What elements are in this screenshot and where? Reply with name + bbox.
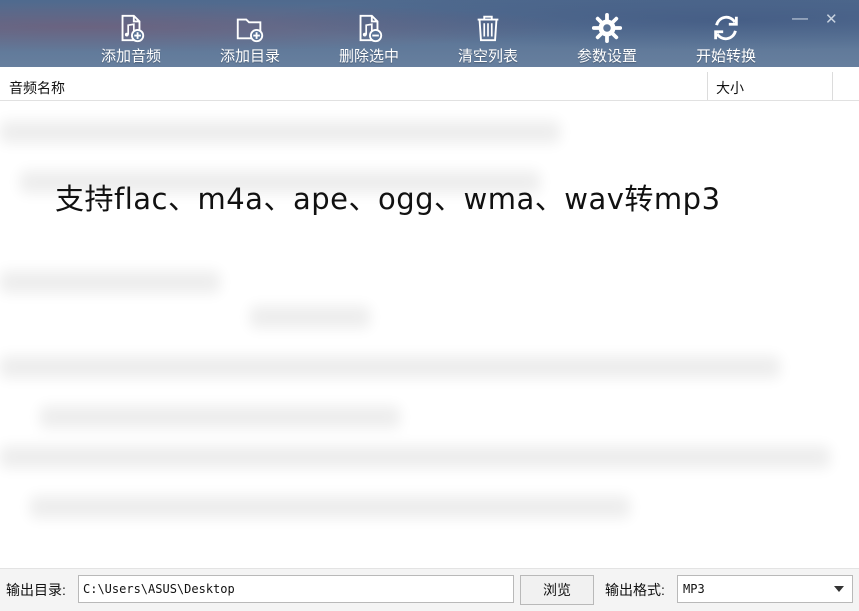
delete-selected-label: 删除选中 xyxy=(338,48,399,65)
refresh-icon xyxy=(714,15,738,41)
supported-formats-text: 支持flac、m4a、ape、ogg、wma、wav转mp3 xyxy=(55,182,721,216)
browse-button[interactable]: 浏览 xyxy=(520,575,594,605)
column-size[interactable]: 大小 xyxy=(716,78,744,98)
add-folder-icon xyxy=(236,18,264,43)
add-folder-label: 添加目录 xyxy=(219,48,280,65)
add-folder-button[interactable]: 添加目录 xyxy=(202,10,298,66)
output-dir-label: 输出目录: xyxy=(6,582,66,598)
delete-selected-icon xyxy=(359,14,383,43)
add-audio-label: 添加音频 xyxy=(100,48,161,65)
column-audio-name[interactable]: 音频名称 xyxy=(9,78,65,98)
output-format-label: 输出格式: xyxy=(605,582,665,598)
trash-icon xyxy=(477,15,499,42)
chevron-down-icon[interactable] xyxy=(834,586,844,592)
settings-button[interactable]: 参数设置 xyxy=(559,10,655,66)
close-button[interactable]: ✕ xyxy=(825,10,838,28)
output-format-value: MP3 xyxy=(683,582,705,596)
toolbar: 添加音频 添加目录 删除选中 清空列表 参数设置 开始转换 — ✕ xyxy=(0,0,859,67)
bottom-bar: 输出目录: C:\Users\ASUS\Desktop 浏览 输出格式: MP3 xyxy=(0,568,859,611)
minimize-button[interactable]: — xyxy=(792,10,808,28)
file-list[interactable]: 支持flac、m4a、ape、ogg、wma、wav转mp3 xyxy=(0,101,859,568)
gear-icon xyxy=(591,12,623,44)
column-divider[interactable] xyxy=(707,72,708,100)
start-convert-label: 开始转换 xyxy=(695,48,756,65)
background-watermark xyxy=(0,101,859,568)
add-audio-icon xyxy=(121,14,145,43)
column-divider[interactable] xyxy=(832,72,833,100)
delete-selected-button[interactable]: 删除选中 xyxy=(321,10,417,66)
add-audio-button[interactable]: 添加音频 xyxy=(83,10,179,66)
start-convert-button[interactable]: 开始转换 xyxy=(678,10,774,66)
clear-list-button[interactable]: 清空列表 xyxy=(440,10,536,66)
clear-list-label: 清空列表 xyxy=(457,48,518,65)
output-format-select[interactable]: MP3 xyxy=(677,575,853,603)
list-header: 音频名称 大小 xyxy=(0,72,859,101)
output-dir-input[interactable]: C:\Users\ASUS\Desktop xyxy=(78,575,514,603)
settings-label: 参数设置 xyxy=(576,48,637,65)
